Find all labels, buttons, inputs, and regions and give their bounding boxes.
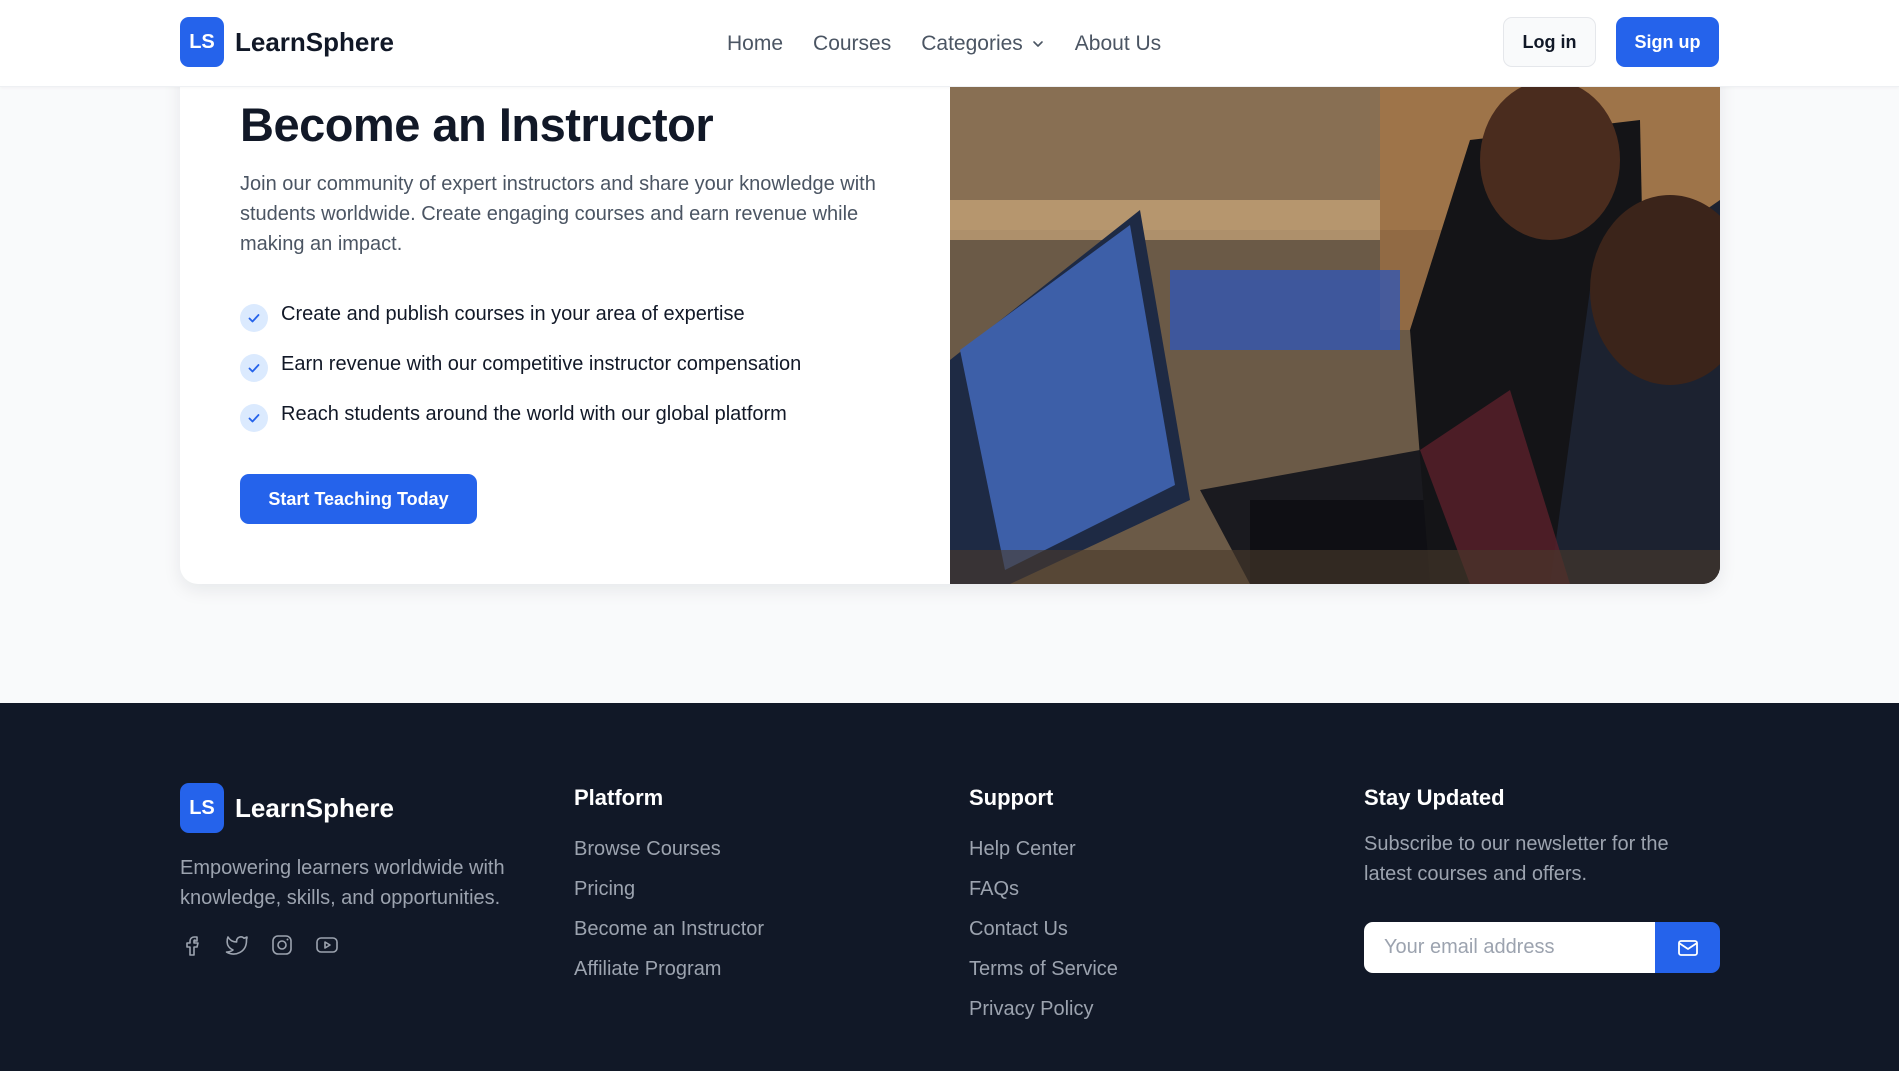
- footer-link-browse-courses[interactable]: Browse Courses: [574, 829, 764, 869]
- instructor-content: Become an Instructor Join our community …: [180, 30, 950, 584]
- mail-icon: [1677, 939, 1698, 956]
- newsletter-heading: Stay Updated: [1364, 785, 1505, 810]
- footer-link-privacy[interactable]: Privacy Policy: [969, 989, 1118, 1029]
- facebook-icon[interactable]: [180, 933, 204, 957]
- chevron-down-icon: [1032, 40, 1043, 47]
- become-instructor-card: Become an Instructor Join our community …: [180, 30, 1720, 584]
- footer-support-column: Support Help Center FAQs Contact Us Term…: [969, 785, 1118, 1029]
- instagram-icon[interactable]: [270, 933, 294, 957]
- footer-brand-name: LearnSphere: [235, 792, 394, 823]
- twitter-icon[interactable]: [225, 933, 249, 957]
- footer-brand[interactable]: LS LearnSphere: [180, 783, 394, 833]
- nav-categories[interactable]: Categories: [921, 32, 1045, 56]
- nav-home[interactable]: Home: [727, 32, 783, 56]
- footer-link-affiliate[interactable]: Affiliate Program: [574, 949, 764, 989]
- signup-button[interactable]: Sign up: [1616, 17, 1719, 67]
- site-footer: LS LearnSphere Empowering learners world…: [0, 703, 1899, 1071]
- start-teaching-button[interactable]: Start Teaching Today: [240, 474, 477, 524]
- footer-platform-column: Platform Browse Courses Pricing Become a…: [574, 785, 764, 989]
- feature-item: Earn revenue with our competitive instru…: [240, 339, 801, 389]
- check-icon: [240, 354, 268, 382]
- instructor-photo: [950, 30, 1720, 584]
- footer-link-help-center[interactable]: Help Center: [969, 829, 1118, 869]
- nav-courses[interactable]: Courses: [813, 32, 891, 56]
- main-nav: Home Courses Categories About Us: [727, 0, 1161, 87]
- newsletter-email-input[interactable]: [1364, 922, 1655, 973]
- footer-link-become-instructor[interactable]: Become an Instructor: [574, 909, 764, 949]
- brand-name: LearnSphere: [235, 26, 394, 57]
- footer-link-pricing[interactable]: Pricing: [574, 869, 764, 909]
- footer-tagline: Empowering learners worldwide with knowl…: [180, 857, 505, 909]
- social-links: [180, 933, 339, 957]
- feature-list: Create and publish courses in your area …: [240, 289, 801, 439]
- photo-illustration: [950, 30, 1720, 584]
- newsletter-text: Subscribe to our newsletter for the late…: [1364, 833, 1669, 885]
- nav-categories-label: Categories: [921, 31, 1023, 55]
- feature-text: Create and publish courses in your area …: [281, 302, 745, 325]
- site-header: LS LearnSphere Home Courses Categories A…: [0, 0, 1899, 87]
- footer-logo-badge: LS: [180, 783, 224, 833]
- login-button[interactable]: Log in: [1503, 17, 1596, 67]
- instructor-description: Join our community of expert instructors…: [240, 173, 876, 255]
- newsletter-submit-button[interactable]: [1655, 922, 1720, 973]
- check-icon: [240, 304, 268, 332]
- footer-newsletter-column: Stay Updated Subscribe to our newsletter…: [1364, 785, 1720, 973]
- footer-link-terms[interactable]: Terms of Service: [969, 949, 1118, 989]
- instructor-title: Become an Instructor: [240, 98, 714, 151]
- logo-badge: LS: [180, 17, 224, 67]
- feature-text: Reach students around the world with our…: [281, 402, 787, 425]
- footer-link-faqs[interactable]: FAQs: [969, 869, 1118, 909]
- youtube-icon[interactable]: [315, 933, 339, 957]
- check-icon: [240, 404, 268, 432]
- support-heading: Support: [969, 785, 1054, 810]
- platform-heading: Platform: [574, 785, 664, 810]
- feature-item: Reach students around the world with our…: [240, 389, 801, 439]
- brand-logo-link[interactable]: LS LearnSphere: [180, 17, 394, 67]
- footer-link-contact[interactable]: Contact Us: [969, 909, 1118, 949]
- newsletter-form: [1364, 922, 1720, 973]
- feature-item: Create and publish courses in your area …: [240, 289, 801, 339]
- nav-about-us[interactable]: About Us: [1075, 32, 1161, 56]
- feature-text: Earn revenue with our competitive instru…: [281, 352, 802, 375]
